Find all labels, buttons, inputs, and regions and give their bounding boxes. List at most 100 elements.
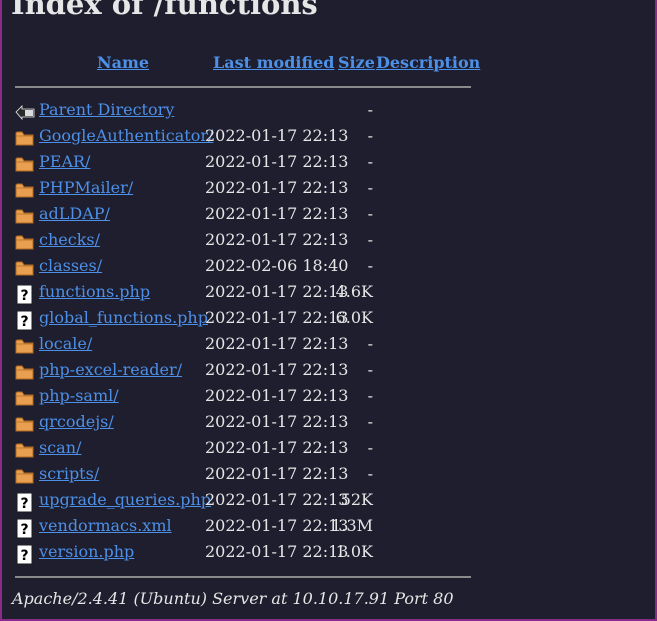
folder-icon [15,181,35,199]
server-signature: Apache/2.4.41 (Ubuntu) Server at 10.10.1… [12,589,454,608]
last-modified-cell: 2022-01-17 22:13 [205,308,349,327]
list-item: php-saml/2022-01-17 22:13- [15,386,475,408]
size-cell: - [367,204,373,223]
list-item: classes/2022-02-06 18:40- [15,256,475,278]
last-modified-cell: 2022-01-17 22:13 [205,282,349,301]
list-item: ? functions.php 2022-01-17 22:13 4.6K [15,282,475,305]
svg-text:?: ? [20,288,28,304]
last-modified-cell: 2022-01-17 22:13 [205,438,349,457]
folder-icon [15,441,35,459]
size-cell: 52K [340,490,373,509]
last-modified-cell: 2022-01-17 22:13 [205,516,349,535]
folder-icon [15,363,35,381]
entry-link[interactable]: global_functions.php [39,308,208,327]
sort-by-size-link[interactable]: Size [338,53,375,72]
size-cell: - [367,126,373,145]
entry-link[interactable]: PEAR/ [39,152,90,171]
unknown-file-icon: ? [15,518,35,539]
list-item: scan/2022-01-17 22:13- [15,438,475,460]
last-modified-cell: 2022-01-17 22:13 [205,178,349,197]
folder-icon [15,233,35,251]
entry-link[interactable]: vendormacs.xml [39,516,172,535]
list-item: PEAR/2022-01-17 22:13- [15,152,475,174]
list-item: scripts/2022-01-17 22:13- [15,464,475,486]
unknown-file-icon: ? [15,284,35,305]
last-modified-cell: 2022-01-17 22:13 [205,542,349,561]
entry-link[interactable]: version.php [39,542,134,561]
size-cell: - [367,100,373,119]
entry-link[interactable]: upgrade_queries.php [39,490,211,509]
last-modified-cell: 2022-01-17 22:13 [205,464,349,483]
svg-text:?: ? [20,496,28,512]
entry-link[interactable]: classes/ [39,256,102,275]
list-item: ? vendormacs.xml 2022-01-17 22:13 1.3M [15,516,475,539]
entry-link[interactable]: qrcodejs/ [39,412,114,431]
sort-by-last-modified-link[interactable]: Last modified [213,53,334,72]
folder-icon [15,259,35,277]
size-cell: - [367,412,373,431]
sort-by-name-link[interactable]: Name [97,53,149,72]
size-cell: - [367,256,373,275]
list-item: ? global_functions.php 2022-01-17 22:13 6.0… [15,308,475,331]
list-item: ? version.php 2022-01-17 22:13 1.0K [15,542,475,565]
last-modified-cell: 2022-01-17 22:13 [205,490,349,509]
folder-icon [15,389,35,407]
list-item: adLDAP/2022-01-17 22:13- [15,204,475,226]
list-item: PHPMailer/2022-01-17 22:13- [15,178,475,200]
header-divider [15,86,471,88]
folder-icon [15,415,35,433]
size-cell: - [367,386,373,405]
last-modified-cell: 2022-01-17 22:13 [205,152,349,171]
folder-icon [15,467,35,485]
size-cell: 6.0K [335,308,373,327]
size-cell: - [367,152,373,171]
list-item: Parent Directory - [15,100,475,122]
entry-link[interactable]: scripts/ [39,464,99,483]
size-cell: - [367,438,373,457]
entry-link[interactable]: checks/ [39,230,100,249]
unknown-file-icon: ? [15,544,35,565]
size-cell: - [367,178,373,197]
back-icon [15,103,35,121]
size-cell: - [367,360,373,379]
svg-text:?: ? [20,314,28,330]
size-cell: - [367,230,373,249]
unknown-file-icon: ? [15,310,35,331]
last-modified-cell: 2022-01-17 22:13 [205,334,349,353]
last-modified-cell: 2022-01-17 22:13 [205,126,349,145]
folder-icon [15,155,35,173]
entry-link[interactable]: Parent Directory [39,100,174,119]
folder-icon [15,207,35,225]
svg-text:?: ? [20,548,28,564]
folder-icon [15,129,35,147]
footer-divider [15,576,471,578]
list-item: GoogleAuthenticator/2022-01-17 22:13- [15,126,475,148]
list-item: checks/2022-01-17 22:13- [15,230,475,252]
entry-link[interactable]: php-excel-reader/ [39,360,182,379]
size-cell: 4.6K [335,282,373,301]
last-modified-cell: 2022-02-06 18:40 [205,256,349,275]
last-modified-cell: 2022-01-17 22:13 [205,360,349,379]
entry-link[interactable]: scan/ [39,438,81,457]
entry-link[interactable]: locale/ [39,334,92,353]
last-modified-cell: 2022-01-17 22:13 [205,230,349,249]
last-modified-cell: 2022-01-17 22:13 [205,204,349,223]
entry-link[interactable]: adLDAP/ [39,204,110,223]
entry-link[interactable]: php-saml/ [39,386,119,405]
size-cell: - [367,334,373,353]
entry-link[interactable]: functions.php [39,282,150,301]
size-cell: - [367,464,373,483]
list-item: locale/2022-01-17 22:13- [15,334,475,356]
entry-link[interactable]: GoogleAuthenticator/ [39,126,213,145]
entry-link[interactable]: PHPMailer/ [39,178,133,197]
list-item: qrcodejs/2022-01-17 22:13- [15,412,475,434]
unknown-file-icon: ? [15,492,35,513]
folder-icon [15,337,35,355]
size-cell: 1.0K [335,542,373,561]
last-modified-cell: 2022-01-17 22:13 [205,386,349,405]
list-item: php-excel-reader/2022-01-17 22:13- [15,360,475,382]
page-title: Index of /functions [11,0,318,21]
last-modified-cell: 2022-01-17 22:13 [205,412,349,431]
sort-by-description-link[interactable]: Description [376,53,480,72]
size-cell: 1.3M [331,516,373,535]
